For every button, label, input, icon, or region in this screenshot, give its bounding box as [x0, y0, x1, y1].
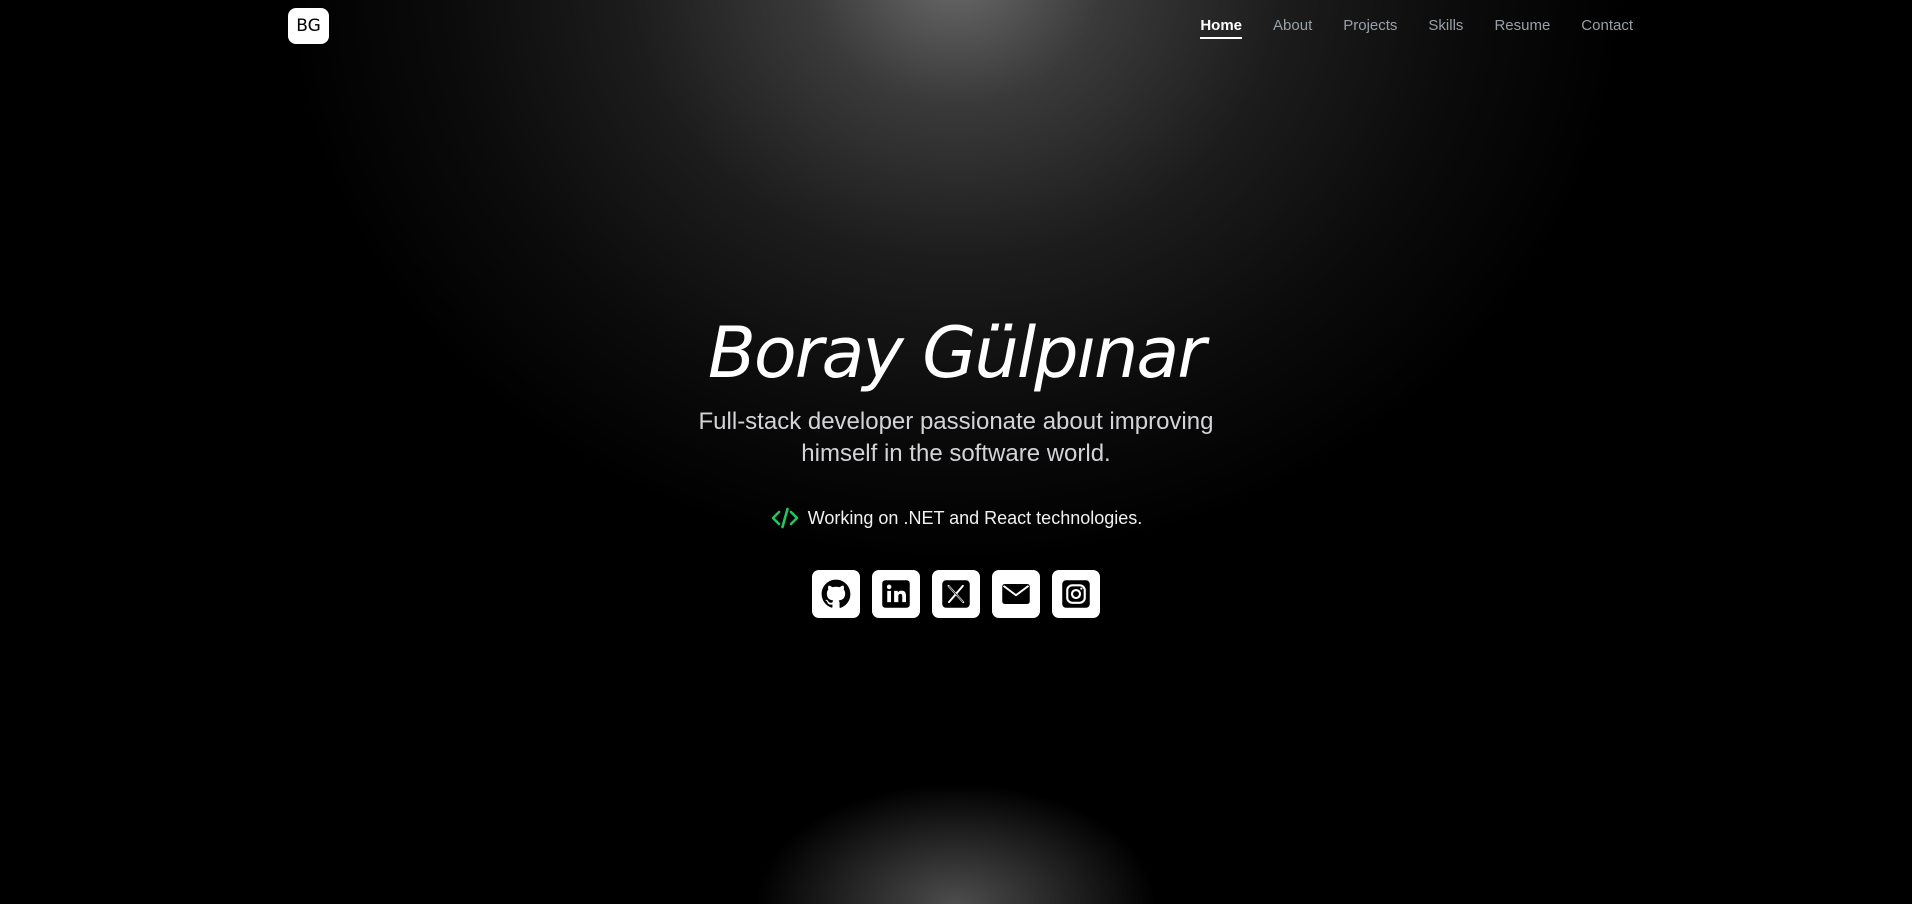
code-icon	[770, 506, 800, 530]
nav-projects[interactable]: Projects	[1343, 17, 1397, 39]
main-nav: Home About Projects Skills Resume Contac…	[1200, 17, 1633, 39]
email-link[interactable]	[992, 570, 1040, 618]
nav-contact[interactable]: Contact	[1581, 17, 1633, 39]
x-twitter-icon	[942, 580, 970, 608]
working-on-line: Working on .NET and React technologies.	[0, 506, 1912, 530]
working-on-text: Working on .NET and React technologies.	[807, 507, 1143, 528]
hero-name: Boray Gülpınar	[707, 312, 1206, 394]
linkedin-link[interactable]	[872, 570, 920, 618]
hero-section: Boray Gülpınar Full-stack developer pass…	[0, 305, 1912, 618]
logo-badge[interactable]: BG	[288, 8, 329, 44]
linkedin-icon	[882, 580, 910, 608]
top-navbar: BG Home About Projects Skills Resume Con…	[0, 0, 1912, 54]
github-link[interactable]	[812, 570, 860, 618]
hero-tagline: Full-stack developer passionate about im…	[698, 408, 1214, 467]
instagram-icon	[1062, 580, 1090, 608]
github-icon	[821, 579, 851, 608]
x-twitter-link[interactable]	[932, 570, 980, 618]
nav-resume[interactable]: Resume	[1494, 17, 1550, 39]
social-links	[0, 570, 1912, 618]
nav-about[interactable]: About	[1273, 17, 1312, 39]
email-icon	[1002, 584, 1030, 604]
nav-home[interactable]: Home	[1200, 17, 1243, 39]
instagram-link[interactable]	[1052, 570, 1100, 618]
nav-skills[interactable]: Skills	[1428, 17, 1463, 39]
